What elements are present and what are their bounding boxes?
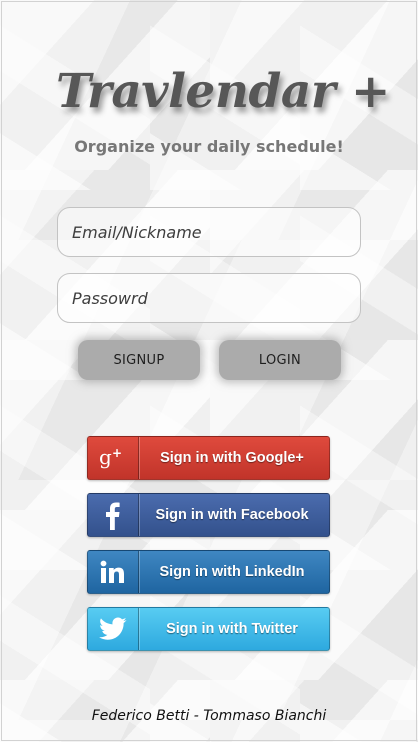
- google-signin-button[interactable]: g + Sign in with Google+: [87, 436, 330, 480]
- login-button[interactable]: LOGIN: [219, 340, 341, 380]
- svg-text:+: +: [112, 446, 122, 460]
- linkedin-signin-button[interactable]: Sign in with LinkedIn: [87, 550, 330, 594]
- twitter-signin-button[interactable]: Sign in with Twitter: [87, 607, 330, 651]
- email-field[interactable]: [57, 207, 361, 257]
- facebook-signin-label: Sign in with Facebook: [155, 507, 309, 523]
- password-field[interactable]: [57, 273, 361, 323]
- signup-button[interactable]: SIGNUP: [78, 340, 200, 380]
- facebook-signin-button[interactable]: Sign in with Facebook: [87, 493, 330, 537]
- linkedin-signin-label: Sign in with LinkedIn: [159, 564, 305, 580]
- svg-text:g: g: [99, 446, 112, 469]
- twitter-icon: [88, 608, 139, 650]
- app-title: Travlendar +: [56, 64, 390, 119]
- facebook-icon: [88, 494, 139, 536]
- app-subtitle: Organize your daily schedule!: [74, 137, 344, 156]
- footer-credits: Federico Betti - Tommaso Bianchi: [91, 708, 327, 724]
- google-signin-label: Sign in with Google+: [160, 450, 304, 466]
- google-plus-icon: g +: [88, 437, 139, 479]
- linkedin-icon: [88, 551, 139, 593]
- twitter-signin-label: Sign in with Twitter: [166, 621, 298, 637]
